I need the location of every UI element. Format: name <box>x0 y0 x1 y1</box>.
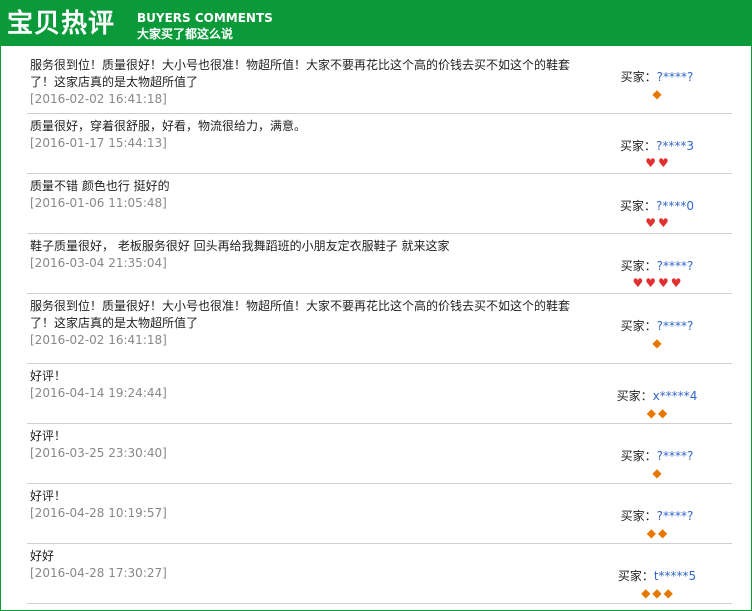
buyer-name: x*****4 <box>652 389 698 403</box>
review-time: [2016-04-28 17:30:27] <box>30 566 167 580</box>
diamond-icon: ◆ <box>652 586 662 600</box>
review-time: [2016-04-14 19:24:44] <box>30 386 167 400</box>
buyer-label: 买家： <box>619 139 656 153</box>
buyer-rank-badges: ◆ <box>572 86 742 102</box>
review-row: 好好 [2016-04-28 17:30:27] 买家：t*****5 ◆ ◆ ◆ <box>27 544 732 604</box>
review-text: 鞋子质量很好， 老板服务很好 回头再给我舞蹈班的小朋友定衣服鞋子 就来这家 <box>30 239 450 253</box>
buyer-label: 买家： <box>616 389 653 403</box>
review-time: [2016-02-02 16:41:18] <box>30 333 167 347</box>
header-title: 宝贝热评 <box>7 9 116 39</box>
review-row: 好评！ [2016-03-25 23:30:40] 买家：?****? ◆ <box>27 424 732 484</box>
heart-icon: ♥ <box>658 276 669 290</box>
buyer-name: ?****? <box>656 259 694 273</box>
review-row: 服务很到位！质量很好！大小号也很准！物超所值！大家不要再花比这个高的价钱去买不如… <box>27 294 732 364</box>
heart-icon: ♥ <box>658 156 669 170</box>
review-text: 好评！ <box>30 489 67 503</box>
buyer-label: 买家： <box>619 199 656 213</box>
heart-icon: ♥ <box>645 276 656 290</box>
header-subtitle-cn: 大家买了都这么说 <box>137 27 234 41</box>
diamond-icon: ◆ <box>646 406 656 420</box>
review-text: 好评！ <box>30 369 67 383</box>
review-text-block: 服务很到位！质量很好！大小号也很准！物超所值！大家不要再花比这个高的价钱去买不如… <box>30 57 585 108</box>
review-time: [2016-01-17 15:44:13] <box>30 136 167 150</box>
buyer-label: 买家： <box>620 319 657 333</box>
review-text-block: 好评！ [2016-04-28 10:19:57] <box>30 488 585 522</box>
comments-header: 宝贝热评 BUYERS COMMENTS 大家买了都这么说 <box>1 1 751 46</box>
diamond-icon: ◆ <box>658 526 668 540</box>
review-time: [2016-03-25 23:30:40] <box>30 446 167 460</box>
buyer-name: ?****? <box>656 509 694 523</box>
diamond-icon: ◆ <box>641 586 651 600</box>
review-row: 服务很到位！质量很好！大小号也很准！物超所值！大家不要再花比这个高的价钱去买不如… <box>27 53 732 114</box>
buyer-label: 买家： <box>620 70 657 84</box>
buyer-name: ?****3 <box>656 139 695 153</box>
review-row: 质量不错 颜色也行 挺好的 [2016-01-06 11:05:48] 买家：?**… <box>27 174 732 234</box>
review-row: 好评！ [2016-04-14 19:24:44] 买家：x*****4 ◆ ◆ <box>27 364 732 424</box>
buyer-rank-badges: ♥ ♥ <box>572 215 742 231</box>
buyer-info: 买家：t*****5 ◆ ◆ ◆ <box>572 568 742 601</box>
diamond-icon: ◆ <box>652 87 662 101</box>
buyer-info: 买家：?****? ◆ <box>572 69 742 102</box>
review-text: 好评！ <box>30 429 67 443</box>
buyer-comments-panel: 宝贝热评 BUYERS COMMENTS 大家买了都这么说 服务很到位！质量很好… <box>0 0 752 611</box>
buyer-label: 买家： <box>620 449 657 463</box>
diamond-icon: ◆ <box>646 526 656 540</box>
buyer-info: 买家：?****? ◆ <box>572 448 742 481</box>
heart-icon: ♥ <box>645 156 656 170</box>
review-text: 好好 <box>30 549 55 563</box>
review-text: 服务很到位！质量很好！大小号也很准！物超所值！大家不要再花比这个高的价钱去买不如… <box>30 58 571 89</box>
review-text: 质量不错 颜色也行 挺好的 <box>30 179 170 193</box>
buyer-rank-badges: ◆ ◆ ◆ <box>572 585 742 601</box>
header-subtitle-en: BUYERS COMMENTS <box>137 11 273 25</box>
review-list: 服务很到位！质量很好！大小号也很准！物超所值！大家不要再花比这个高的价钱去买不如… <box>27 53 732 604</box>
diamond-icon: ◆ <box>652 466 662 480</box>
review-text: 质量很好，穿着很舒服，好看，物流很给力，满意。 <box>30 119 307 133</box>
diamond-icon: ◆ <box>658 406 668 420</box>
buyer-info: 买家：?****0 ♥ ♥ <box>572 198 742 231</box>
buyer-rank-badges: ♥ ♥ ♥ ♥ <box>572 275 742 291</box>
review-text-block: 质量不错 颜色也行 挺好的 [2016-01-06 11:05:48] <box>30 178 585 212</box>
heart-icon: ♥ <box>670 276 682 290</box>
review-text-block: 好评！ [2016-03-25 23:30:40] <box>30 428 585 462</box>
buyer-info: 买家：x*****4 ◆ ◆ <box>572 388 742 421</box>
review-row: 质量很好，穿着很舒服，好看，物流很给力，满意。 [2016-01-17 15:44… <box>27 114 732 174</box>
heart-icon: ♥ <box>632 276 644 290</box>
heart-icon: ♥ <box>645 216 656 230</box>
buyer-label: 买家： <box>617 569 654 583</box>
buyer-name: ?****? <box>656 319 694 333</box>
review-time: [2016-03-04 21:35:04] <box>30 256 167 270</box>
buyer-name: t*****5 <box>653 569 697 583</box>
heart-icon: ♥ <box>658 216 669 230</box>
review-text-block: 鞋子质量很好， 老板服务很好 回头再给我舞蹈班的小朋友定衣服鞋子 就来这家 [20… <box>30 238 585 272</box>
buyer-rank-badges: ◆ ◆ <box>572 525 742 541</box>
buyer-info: 买家：?****3 ♥ ♥ <box>572 138 742 171</box>
review-row: 好评！ [2016-04-28 10:19:57] 买家：?****? ◆ ◆ <box>27 484 732 544</box>
review-time: [2016-01-06 11:05:48] <box>30 196 167 210</box>
review-text-block: 好好 [2016-04-28 17:30:27] <box>30 548 585 582</box>
diamond-icon: ◆ <box>663 586 673 600</box>
buyer-rank-badges: ◆ ◆ <box>572 405 742 421</box>
buyer-name: ?****? <box>656 449 694 463</box>
buyer-name: ?****0 <box>656 199 695 213</box>
review-text-block: 质量很好，穿着很舒服，好看，物流很给力，满意。 [2016-01-17 15:44… <box>30 118 585 152</box>
review-row: 鞋子质量很好， 老板服务很好 回头再给我舞蹈班的小朋友定衣服鞋子 就来这家 [20… <box>27 234 732 294</box>
buyer-rank-badges: ◆ <box>572 335 742 351</box>
diamond-icon: ◆ <box>652 336 662 350</box>
buyer-info: 买家：?****? ◆ ◆ <box>572 508 742 541</box>
review-time: [2016-02-02 16:41:18] <box>30 92 167 106</box>
buyer-label: 买家： <box>620 509 657 523</box>
review-text: 服务很到位！质量很好！大小号也很准！物超所值！大家不要再花比这个高的价钱去买不如… <box>30 299 571 330</box>
buyer-info: 买家：?****? ◆ <box>572 318 742 351</box>
review-text-block: 好评！ [2016-04-14 19:24:44] <box>30 368 585 402</box>
review-text-block: 服务很到位！质量很好！大小号也很准！物超所值！大家不要再花比这个高的价钱去买不如… <box>30 298 585 349</box>
review-time: [2016-04-28 10:19:57] <box>30 506 167 520</box>
buyer-rank-badges: ◆ <box>572 465 742 481</box>
buyer-label: 买家： <box>620 259 657 273</box>
buyer-rank-badges: ♥ ♥ <box>572 155 742 171</box>
buyer-name: ?****? <box>656 70 694 84</box>
buyer-info: 买家：?****? ♥ ♥ ♥ ♥ <box>572 258 742 291</box>
